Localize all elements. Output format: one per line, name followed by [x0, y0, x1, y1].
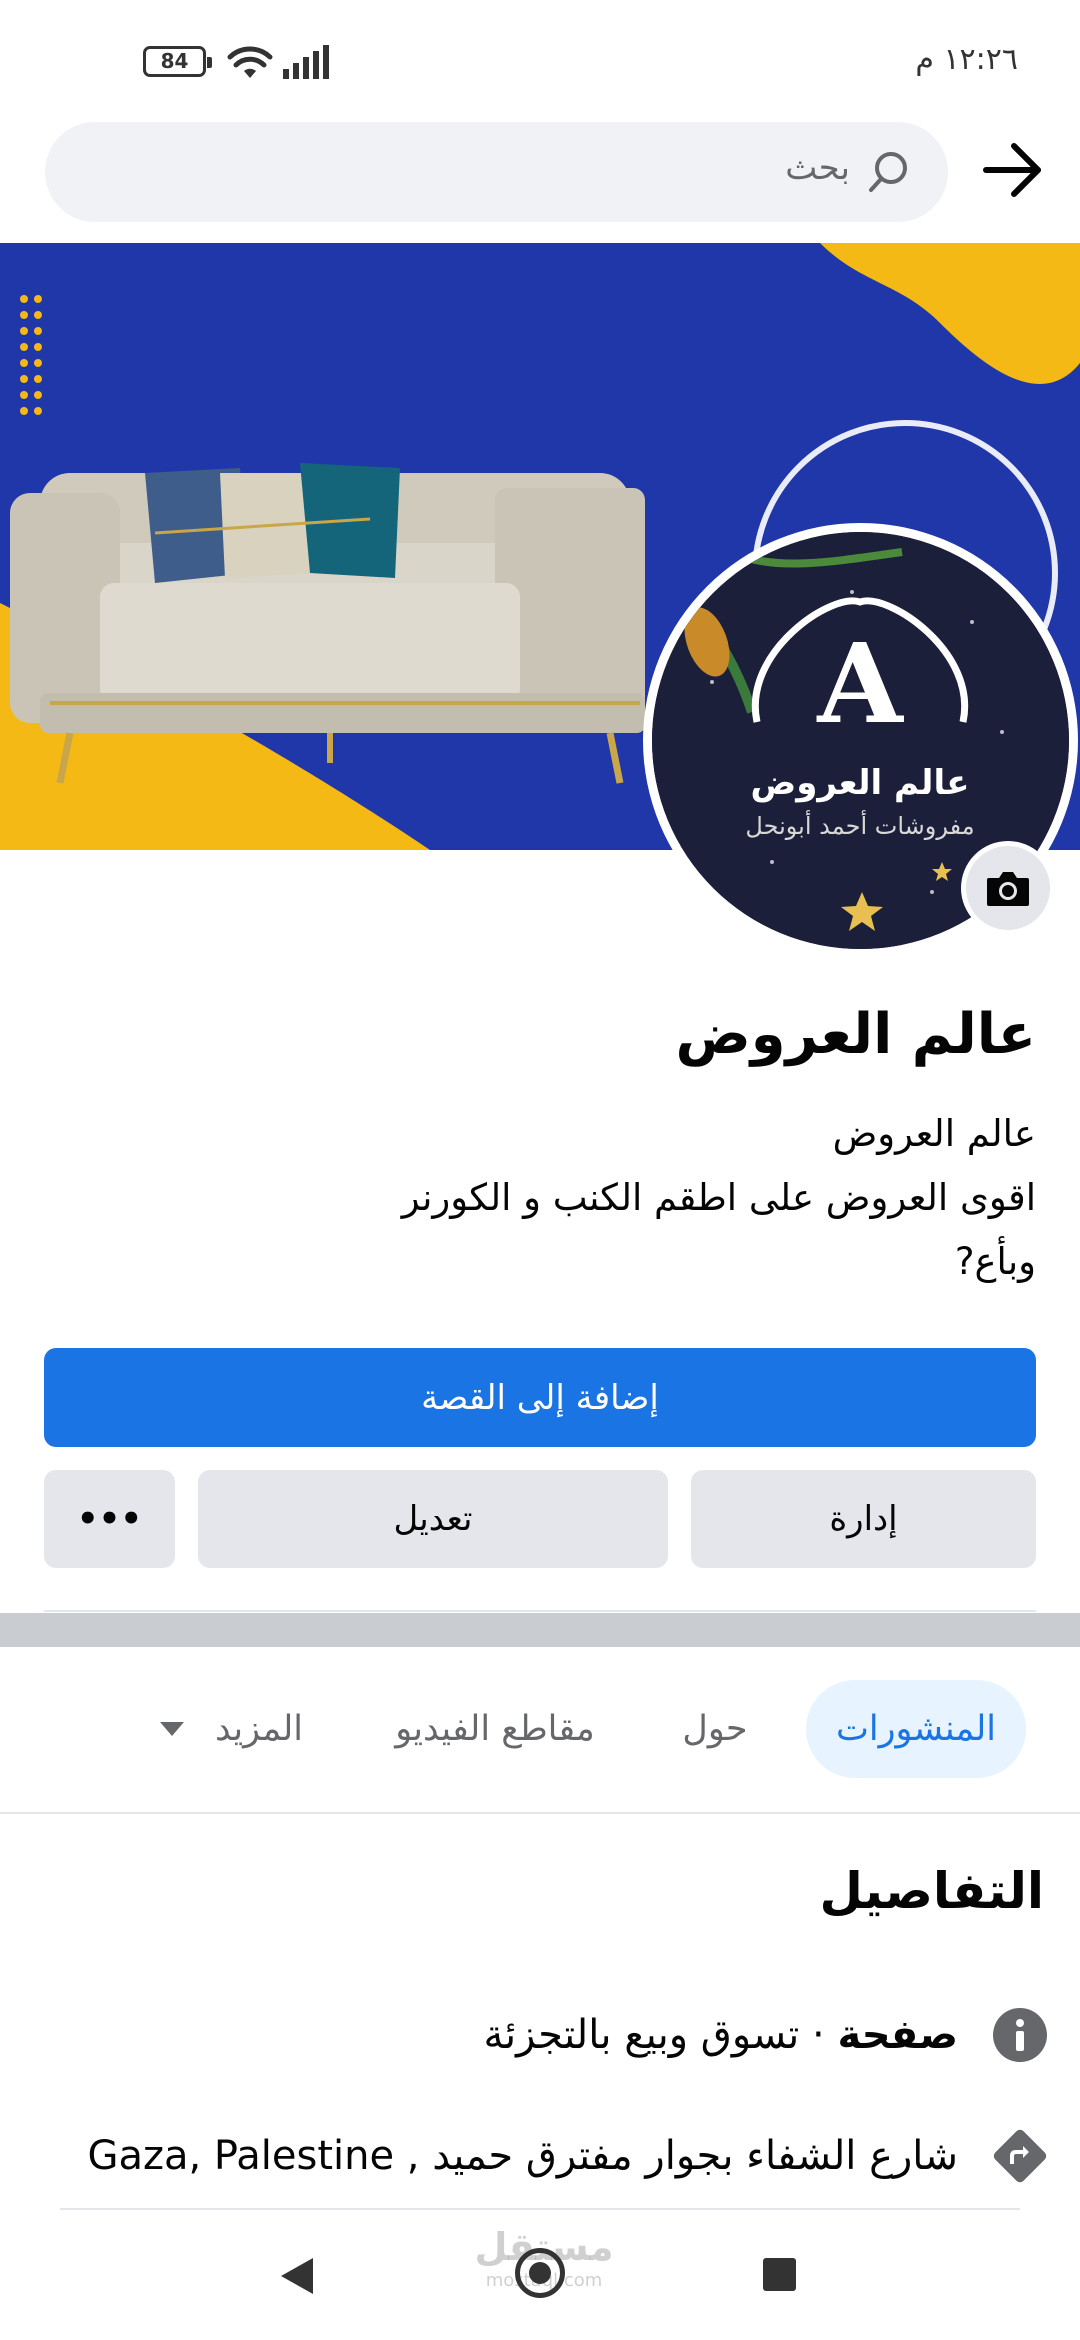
tab-posts[interactable]: المنشورات [806, 1680, 1026, 1778]
battery-icon: 84 [143, 46, 212, 77]
tab-more[interactable]: المزيد [150, 1680, 310, 1778]
divider [0, 1812, 1080, 1814]
bio-line: وبأع? [954, 1240, 1036, 1283]
section-separator [0, 1613, 1080, 1647]
divider [44, 1610, 1036, 1612]
logo-title: عالم العروض [751, 763, 970, 803]
status-time: ١٢:٢٦ م [915, 42, 1018, 77]
detail-category: صفحة · تسوق وبيع بالتجزئة [484, 2002, 1048, 2068]
caret-down-icon [159, 1722, 184, 1736]
signal-icon [283, 45, 329, 79]
search-input[interactable]: بحث [45, 122, 948, 222]
more-options-button[interactable]: ••• [44, 1470, 175, 1568]
search-icon [869, 152, 907, 192]
back-arrow-icon[interactable] [980, 140, 1046, 200]
directions-icon [992, 2128, 1048, 2184]
logo-letter: A [816, 619, 904, 748]
change-photo-button[interactable] [961, 841, 1055, 935]
detail-address[interactable]: شارع الشفاء بجوار مفترق حميد , Gaza, Pal… [87, 2123, 1048, 2189]
category-label: · تسوق وبيع بالتجزئة [483, 2012, 838, 2058]
manage-button[interactable]: إدارة [691, 1470, 1036, 1568]
tab-videos[interactable]: مقاطع الفيديو [370, 1680, 620, 1778]
page-bio: عالم العروض اقوى العروض على اطقم الكنب و… [350, 1102, 1036, 1294]
camera-icon [987, 872, 1029, 906]
battery-level: 84 [160, 49, 189, 73]
logo-subtitle: مفروشات أحمد أبونحل [745, 810, 974, 840]
category-type: صفحة [837, 2012, 958, 2058]
search-placeholder: بحث [785, 148, 850, 188]
edit-button[interactable]: تعديل [198, 1470, 668, 1568]
tab-about[interactable]: حول [660, 1680, 770, 1778]
nav-home-icon[interactable] [515, 2248, 565, 2298]
wifi-icon [227, 46, 273, 78]
add-to-story-button[interactable]: إضافة إلى القصة [44, 1348, 1036, 1447]
bio-line: عالم العروض [832, 1112, 1036, 1155]
divider [60, 2208, 1020, 2210]
nav-recents-icon[interactable] [763, 2258, 796, 2291]
bio-line: اقوى العروض على اطقم الكنب و الكورنر [401, 1176, 1036, 1219]
page-title: عالم العروض [675, 1002, 1036, 1067]
info-icon [992, 2007, 1048, 2063]
details-heading: التفاصيل [819, 1862, 1044, 1920]
status-bar: 84 ١٢:٢٦ م [0, 0, 1080, 120]
address-text: شارع الشفاء بجوار مفترق حميد , Gaza, Pal… [87, 2133, 958, 2179]
tab-more-label: المزيد [214, 1709, 304, 1749]
nav-back-icon[interactable] [279, 2256, 315, 2296]
